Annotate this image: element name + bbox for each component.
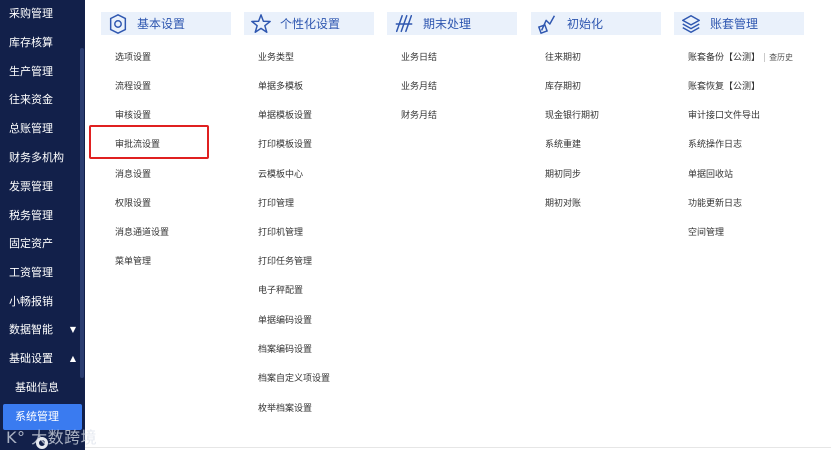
menu-item-menu-management[interactable]: 菜单管理 bbox=[115, 256, 151, 268]
menu-item-space-management[interactable]: 空间管理 bbox=[688, 227, 724, 239]
nav-item-funds[interactable]: 往来资金 bbox=[0, 86, 82, 114]
menu-item-opening-sync[interactable]: 期初同步 bbox=[545, 169, 581, 181]
highlight-box bbox=[89, 125, 209, 159]
column-initialize: 初始化 往来期初 库存期初 现金银行期初 系统重建 期初同步 期初对账 bbox=[531, 12, 661, 209]
menu-item-business-type[interactable]: 业务类型 bbox=[258, 52, 294, 64]
star-icon bbox=[251, 13, 271, 33]
menu-item-print-template[interactable]: 打印模板设置 bbox=[258, 139, 312, 151]
initialize-icon bbox=[537, 14, 556, 34]
menu-item-enum-archive[interactable]: 枚举档案设置 bbox=[258, 403, 312, 415]
menu-item-cloud-template[interactable]: 云模板中心 bbox=[258, 169, 303, 181]
menu-item-cash-bank-opening[interactable]: 现金银行期初 bbox=[545, 110, 599, 122]
menu-item-system-rebuild[interactable]: 系统重建 bbox=[545, 139, 581, 151]
menu-item-print-task[interactable]: 打印任务管理 bbox=[258, 256, 312, 268]
column-basic-settings: 基本设置 选项设置 流程设置 审核设置 审批流设置 消息设置 权限设置 消息通道… bbox=[101, 12, 231, 267]
nav-item-invoice[interactable]: 发票管理 bbox=[0, 173, 82, 201]
column-header-initialize: 初始化 bbox=[531, 12, 661, 35]
menu-item-account-backup[interactable]: 账套备份【公测】 | 查历史 bbox=[688, 52, 793, 64]
menu-item-recycle-bin[interactable]: 单据回收站 bbox=[688, 169, 733, 181]
settings-icon bbox=[109, 13, 127, 34]
sidebar-scrollbar[interactable] bbox=[80, 48, 84, 378]
nav-item-basic-info[interactable]: 基础信息 bbox=[0, 374, 82, 402]
history-link[interactable]: 查历史 bbox=[769, 53, 793, 62]
column-header-basic-settings: 基本设置 bbox=[101, 12, 231, 35]
column-header-period-end: 期末处理 bbox=[387, 12, 517, 35]
menu-item-permissions[interactable]: 权限设置 bbox=[115, 198, 151, 210]
menu-item-audit-export[interactable]: 审计接口文件导出 bbox=[688, 110, 760, 122]
nav-item-payroll[interactable]: 工资管理 bbox=[0, 259, 82, 287]
menu-item-printer-management[interactable]: 打印机管理 bbox=[258, 227, 303, 239]
menu-item-process[interactable]: 流程设置 bbox=[115, 81, 151, 93]
chevron-up-icon: ▲ bbox=[69, 354, 76, 363]
nav-item-data-intelligence[interactable]: 数据智能 ▼ bbox=[0, 316, 82, 344]
menu-item-review[interactable]: 审核设置 bbox=[115, 110, 151, 122]
menu-item-message-channel[interactable]: 消息通道设置 bbox=[115, 227, 169, 239]
column-header-account-set: 账套管理 bbox=[674, 12, 804, 35]
chevron-down-icon: ▼ bbox=[69, 325, 76, 334]
menu-item-print-management[interactable]: 打印管理 bbox=[258, 198, 294, 210]
menu-item-update-log[interactable]: 功能更新日志 bbox=[688, 198, 742, 210]
menu-item-archive-custom[interactable]: 档案自定义项设置 bbox=[258, 373, 330, 385]
period-end-icon bbox=[395, 14, 413, 32]
menu-item-doc-template[interactable]: 单据模板设置 bbox=[258, 110, 312, 122]
nav-item-ledger[interactable]: 总账管理 bbox=[0, 115, 82, 143]
menu-item-message[interactable]: 消息设置 bbox=[115, 169, 151, 181]
column-personalization: 个性化设置 业务类型 单据多模板 单据模板设置 打印模板设置 云模板中心 打印管… bbox=[244, 12, 374, 414]
nav-item-basic-settings[interactable]: 基础设置 ▲ bbox=[0, 345, 82, 373]
menu-item-operation-log[interactable]: 系统操作日志 bbox=[688, 139, 742, 151]
menu-item-account-restore[interactable]: 账套恢复【公测】 bbox=[688, 81, 760, 93]
nav-item-purchase[interactable]: 采购管理 bbox=[0, 0, 82, 28]
nav-item-multi-org[interactable]: 财务多机构 bbox=[0, 144, 82, 172]
nav-item-fixed-assets[interactable]: 固定资产 bbox=[0, 230, 82, 258]
menu-item-daily-close[interactable]: 业务日结 bbox=[401, 52, 437, 64]
menu-item-monthly-close[interactable]: 业务月结 bbox=[401, 81, 437, 93]
menu-item-inventory-opening[interactable]: 库存期初 bbox=[545, 81, 581, 93]
menu-item-doc-code[interactable]: 单据编码设置 bbox=[258, 315, 312, 327]
menu-item-ar-ap-opening[interactable]: 往来期初 bbox=[545, 52, 581, 64]
divider: | bbox=[763, 53, 767, 63]
column-period-end: 期末处理 业务日结 业务月结 财务月结 bbox=[387, 12, 517, 121]
nav-item-tax[interactable]: 税务管理 bbox=[0, 202, 82, 230]
column-account-set: 账套管理 账套备份【公测】 | 查历史 账套恢复【公测】 审计接口文件导出 系统操作… bbox=[674, 12, 804, 238]
menu-item-finance-monthly-close[interactable]: 财务月结 bbox=[401, 110, 437, 122]
nav-item-production[interactable]: 生产管理 bbox=[0, 58, 82, 86]
watermark-logo-icon: K° bbox=[6, 428, 26, 447]
menu-item-opening-reconcile[interactable]: 期初对账 bbox=[545, 198, 581, 210]
nav-item-inventory[interactable]: 库存核算 bbox=[0, 29, 82, 57]
bottom-divider bbox=[85, 447, 831, 448]
column-header-personalization: 个性化设置 bbox=[244, 12, 374, 35]
menu-item-scale-config[interactable]: 电子秤配置 bbox=[258, 285, 303, 297]
nav-item-expense[interactable]: 小畅报销 bbox=[0, 288, 82, 316]
menu-item-multi-template[interactable]: 单据多模板 bbox=[258, 81, 303, 93]
menu-item-options[interactable]: 选项设置 bbox=[115, 52, 151, 64]
gear-icon[interactable] bbox=[36, 437, 48, 449]
sidebar: 采购管理 库存核算 生产管理 往来资金 总账管理 财务多机构 发票管理 税务管理… bbox=[0, 0, 97, 450]
account-set-icon bbox=[682, 14, 700, 33]
menu-item-archive-code[interactable]: 档案编码设置 bbox=[258, 344, 312, 356]
watermark: K° 大数跨境 bbox=[6, 428, 98, 447]
